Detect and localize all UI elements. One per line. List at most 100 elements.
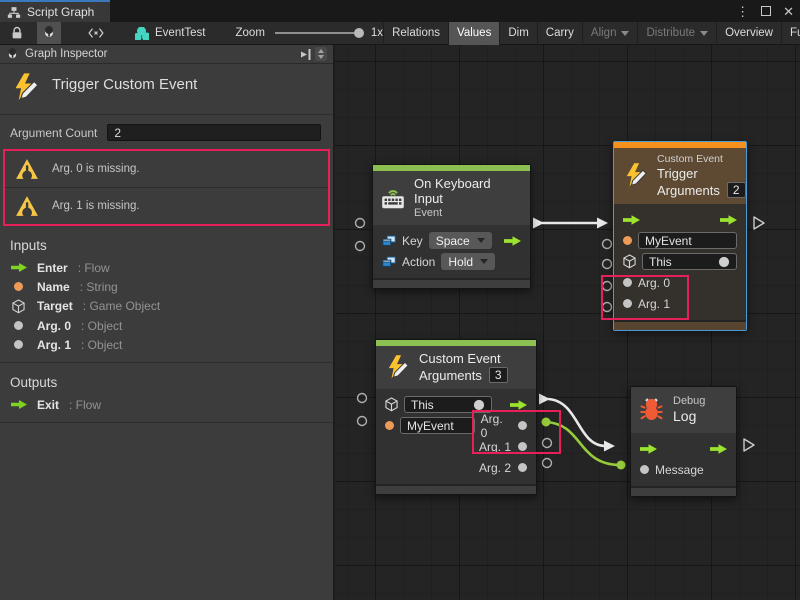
inspector-header: Graph Inspector (0, 45, 333, 64)
chevron-down-icon (700, 31, 708, 36)
string-port[interactable] (385, 421, 394, 430)
message-row: Message (631, 459, 736, 480)
connection-keyboard-to-trigger[interactable] (533, 218, 608, 229)
node-footer (373, 278, 530, 288)
warning-icon (15, 158, 39, 180)
node-header[interactable]: On Keyboard Input Event (373, 171, 530, 225)
action-dropdown[interactable]: Hold (441, 253, 495, 270)
warning-row: Arg. 1 is missing. (5, 187, 328, 224)
unit-title: Trigger Custom Event (52, 73, 197, 93)
chevron-down-icon (480, 259, 488, 264)
warning-icon (15, 195, 39, 217)
align-dropdown[interactable]: Align (582, 22, 638, 45)
warnings-annotation-box: Arg. 0 is missing. Arg. 1 is missing. (3, 149, 330, 226)
dock-panel-icon[interactable] (298, 48, 312, 61)
node-title-2: Arguments (419, 368, 482, 383)
chevron-down-icon (621, 31, 629, 36)
tab-bar: Script Graph ⋮ ✕ (0, 0, 800, 22)
key-dropdown[interactable]: Space (429, 232, 492, 249)
node-on-keyboard-input[interactable]: On Keyboard Input Event Key Space (372, 164, 531, 289)
name-row: MyEvent Arg. 0 (376, 415, 536, 436)
object-out-port[interactable] (518, 463, 527, 472)
carry-button[interactable]: Carry (537, 22, 582, 45)
graph-reference[interactable]: EventTest (135, 27, 206, 40)
script-graph-window: Script Graph ⋮ ✕ EventTest Zoom 1x (0, 0, 800, 600)
external-flow-triangles[interactable] (744, 217, 764, 451)
info-icon (6, 48, 19, 61)
object-picker-icon[interactable] (473, 399, 485, 411)
flow-out-port[interactable] (504, 236, 521, 246)
node-header[interactable]: Debug Log (631, 387, 736, 433)
inputs-header: Inputs (0, 226, 333, 258)
menu-kebab-icon[interactable]: ⋮ (736, 5, 749, 18)
node-header[interactable]: Custom Event Arguments 3 (376, 346, 536, 389)
panel-spinner[interactable] (315, 47, 327, 61)
tab-script-graph[interactable]: Script Graph (0, 0, 110, 22)
flow-out-port[interactable] (720, 215, 737, 225)
argument-count-field[interactable]: 2 (107, 124, 321, 141)
string-port-icon (14, 282, 23, 291)
flow-arrow-icon (11, 263, 27, 272)
event-name-field[interactable]: MyEvent (400, 417, 475, 434)
object-picker-icon[interactable] (718, 256, 730, 268)
inspector-toggle-button[interactable] (37, 22, 61, 44)
close-icon[interactable]: ✕ (783, 5, 794, 18)
node-footer (631, 486, 736, 496)
flow-in-port[interactable] (640, 444, 657, 454)
name-row: MyEvent (614, 230, 746, 251)
relations-button[interactable]: Relations (383, 22, 448, 45)
event-name-field[interactable]: MyEvent (638, 232, 737, 249)
flow-out-port[interactable] (510, 400, 527, 410)
object-out-port[interactable] (518, 442, 527, 451)
port-item-exit: Exit : Flow (0, 395, 333, 414)
custom-event-icon (10, 73, 40, 102)
graph-inspector-panel: Graph Inspector Trigger Custom Event Arg… (0, 45, 335, 600)
maximize-icon[interactable] (761, 6, 771, 16)
arg-label: Arg. 0 (638, 276, 670, 290)
overview-button[interactable]: Overview (716, 22, 781, 45)
graph-asset-icon (135, 27, 149, 40)
arg-count-box[interactable]: 3 (489, 367, 508, 383)
distribute-dropdown[interactable]: Distribute (637, 22, 716, 45)
action-row: Action Hold (373, 251, 530, 272)
node-footer (376, 484, 536, 494)
code-view-button[interactable] (83, 22, 109, 44)
node-title: On Keyboard Input (414, 176, 520, 206)
gameobject-cube-icon (623, 254, 636, 269)
tab-title: Script Graph (27, 5, 94, 19)
object-port[interactable] (640, 465, 649, 474)
object-port[interactable] (623, 299, 632, 308)
node-custom-event[interactable]: Custom Event Arguments 3 This (375, 339, 537, 495)
full-screen-button[interactable]: Full Screen (781, 22, 800, 45)
toolbar: EventTest Zoom 1x Relations Values Dim C… (0, 22, 800, 45)
values-button[interactable]: Values (448, 22, 499, 45)
string-port[interactable] (623, 236, 632, 245)
port-item-name: Name : String (0, 277, 333, 296)
argument-count-label: Argument Count (10, 126, 97, 140)
warning-text: Arg. 1 is missing. (52, 200, 140, 212)
window-controls: ⋮ ✕ (736, 0, 794, 22)
node-debug-log[interactable]: Debug Log Message (630, 386, 737, 497)
port-item-arg1: Arg. 1 : Object (0, 335, 333, 354)
object-out-port[interactable] (518, 421, 527, 430)
gameobject-cube-icon (385, 397, 398, 412)
zoom-slider-knob[interactable] (354, 28, 364, 38)
flow-in-port[interactable] (623, 215, 640, 225)
node-header[interactable]: Custom Event Trigger Arguments 2 (614, 148, 746, 204)
graph-canvas[interactable]: circle{r:4.5px;} (335, 45, 800, 600)
lock-button[interactable] (5, 22, 29, 44)
flow-out-port[interactable] (710, 444, 727, 454)
arg-count-box[interactable]: 2 (727, 182, 746, 198)
object-port-icon (14, 321, 23, 330)
connection-arg0-to-message[interactable] (542, 418, 626, 470)
custom-event-icon (384, 355, 410, 380)
node-subtitle: Event (414, 207, 520, 219)
port-item-enter: Enter : Flow (0, 258, 333, 277)
target-field[interactable]: This (404, 396, 492, 413)
lock-icon (10, 26, 24, 40)
dim-button[interactable]: Dim (499, 22, 536, 45)
target-field[interactable]: This (642, 253, 737, 270)
zoom-slider[interactable] (275, 32, 361, 34)
node-trigger-custom-event[interactable]: Custom Event Trigger Arguments 2 (613, 141, 747, 331)
object-port[interactable] (623, 278, 632, 287)
